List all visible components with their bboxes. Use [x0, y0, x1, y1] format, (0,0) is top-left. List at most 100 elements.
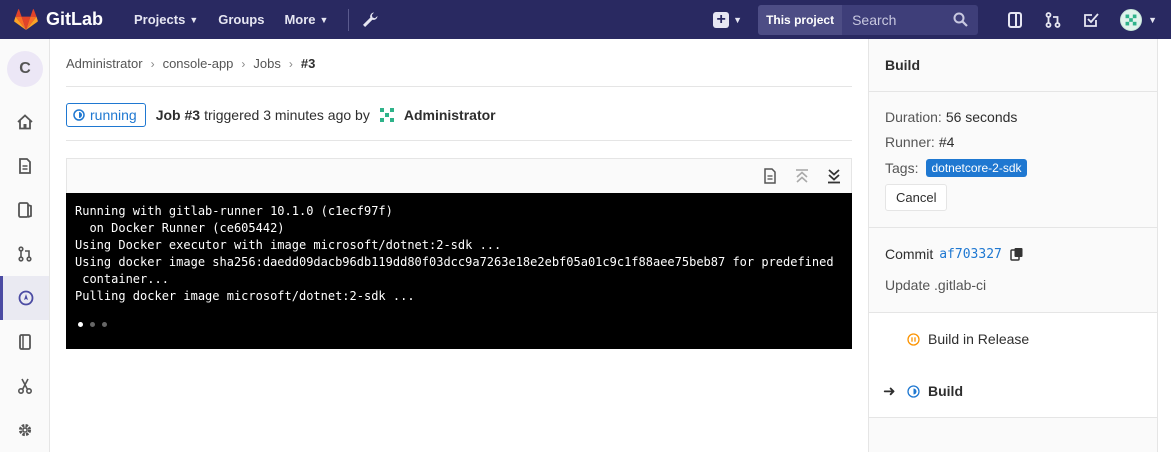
build-log: Running with gitlab-runner 10.1.0 (c1ecf… [66, 193, 852, 349]
chevron-down-icon: ▼ [1148, 14, 1157, 25]
gear-icon [18, 423, 31, 437]
running-status-icon [907, 384, 920, 398]
more-label: More [284, 12, 316, 27]
search-input[interactable]: Search [842, 4, 979, 35]
search-scope-this-project[interactable]: This project [758, 4, 843, 35]
runner-label: Runner: [885, 134, 935, 150]
chevron-down-icon: ▼ [189, 14, 199, 25]
merge-request-icon [17, 246, 32, 262]
main-content: Administrator › console-app › Jobs › #3 … [50, 39, 868, 452]
breadcrumb-item[interactable]: Administrator [66, 56, 143, 71]
chevron-down-icon: ▼ [733, 14, 743, 25]
status-badge[interactable]: running [66, 103, 146, 127]
duration-value: 56 seconds [945, 109, 1018, 125]
divider [66, 86, 852, 87]
new-dropdown[interactable]: + ▼ [713, 11, 743, 28]
log-line: Using docker image sha256:daedd09dacb96d… [75, 255, 834, 269]
brand-name: GitLab [46, 9, 103, 29]
runner-value: #4 [938, 134, 955, 150]
cancel-button[interactable]: Cancel [885, 184, 948, 211]
more-dropdown[interactable]: More ▼ [274, 0, 338, 39]
groups-label: Groups [218, 12, 265, 27]
job-name: Build in Release [928, 331, 1030, 347]
sidebar-title: Build [885, 57, 920, 73]
job-sidebar: Build Duration: 56 seconds Runner: #4 Ta… [868, 39, 1158, 452]
running-status-icon [73, 109, 85, 121]
sidebar-item-repository[interactable] [0, 144, 49, 188]
scissors-icon [17, 378, 32, 395]
runner-tag: dotnetcore-2-sdk [926, 159, 1027, 177]
search-icon [953, 12, 968, 27]
sidebar-item-overview[interactable] [0, 100, 49, 144]
breadcrumb-item[interactable]: Jobs [253, 56, 280, 71]
user-avatar[interactable] [378, 106, 396, 124]
commit-row: Commit af703327 [885, 246, 1024, 262]
job-triggered-text: triggered 3 minutes ago by [204, 107, 370, 123]
log-line: container... [75, 272, 169, 286]
log-line: Running with gitlab-runner 10.1.0 (c1ecf… [75, 204, 393, 218]
user-menu-dropdown[interactable]: ▼ [1120, 8, 1157, 31]
document-icon [18, 158, 31, 174]
book-icon [18, 334, 31, 350]
commit-sha-link[interactable]: af703327 [939, 247, 1002, 262]
rocket-icon [18, 290, 34, 306]
breadcrumb-item[interactable]: console-app [163, 56, 234, 71]
sidebar-toggle-icon[interactable] [1006, 11, 1024, 29]
merge-requests-icon[interactable] [1044, 11, 1062, 29]
plus-icon: + [713, 11, 730, 28]
nav-divider [348, 8, 350, 31]
log-line: on Docker Runner (ce605442) [75, 221, 285, 235]
sidebar-item-snippets[interactable] [0, 364, 49, 408]
log-toolbar [66, 158, 852, 193]
sidebar-item-issues[interactable] [0, 188, 49, 232]
duration-row: Duration: 56 seconds [885, 109, 1017, 125]
sidebar-item-ci-cd[interactable] [0, 276, 49, 320]
breadcrumb-current[interactable]: #3 [301, 56, 315, 71]
list-item-current[interactable]: ➜ Build [869, 377, 1157, 405]
commit-message-text[interactable]: Update .gitlab-ci [885, 277, 986, 293]
log-line: Using Docker executor with image microso… [75, 238, 502, 252]
projects-label: Projects [134, 12, 186, 27]
breadcrumb: Administrator › console-app › Jobs › #3 [66, 56, 315, 71]
commit-message: Update .gitlab-ci [885, 277, 986, 293]
groups-link[interactable]: Groups [208, 0, 274, 39]
loading-indicator [78, 322, 114, 327]
sidebar-item-settings[interactable] [0, 408, 49, 452]
job-header: running Job #3 triggered 3 minutes ago b… [66, 103, 496, 127]
runner-row: Runner: #4 [885, 134, 954, 150]
scroll-to-top-icon[interactable] [793, 167, 811, 185]
chevron-right-icon: › [288, 56, 293, 71]
avatar [1120, 8, 1143, 31]
chevron-right-icon: › [241, 56, 246, 71]
arrow-right-icon: ➜ [883, 383, 896, 400]
search-placeholder: Search [852, 11, 897, 28]
duration-label: Duration: [885, 109, 942, 125]
job-user-link[interactable]: Administrator [404, 107, 496, 123]
raw-log-icon[interactable] [761, 167, 779, 185]
divider [869, 91, 1157, 92]
list-item[interactable]: Build in Release [869, 325, 1157, 353]
divider [869, 227, 1157, 228]
tags-label: Tags: [885, 160, 919, 176]
issues-icon [17, 202, 32, 218]
project-avatar[interactable]: C [7, 51, 43, 87]
job-title: Job #3 [155, 107, 201, 123]
copy-icon[interactable] [1010, 247, 1024, 261]
divider [66, 140, 852, 141]
status-label: running [90, 107, 137, 123]
scroll-to-bottom-icon[interactable] [825, 167, 843, 185]
sidebar-item-merge-requests[interactable] [0, 232, 49, 276]
admin-wrench-icon[interactable] [361, 11, 379, 29]
chevron-right-icon: › [150, 56, 155, 71]
todos-check-icon[interactable] [1082, 11, 1100, 29]
pending-status-icon [907, 332, 920, 346]
divider [869, 417, 1157, 418]
gitlab-logo-icon [14, 8, 38, 30]
tags-row: Tags: dotnetcore-2-sdk [885, 159, 1027, 177]
sidebar-item-wiki[interactable] [0, 320, 49, 364]
gitlab-home-link[interactable]: GitLab [14, 8, 124, 31]
commit-label: Commit [885, 246, 934, 262]
chevron-down-icon: ▼ [319, 14, 329, 25]
stage-jobs-list: Build in Release ➜ Build [869, 313, 1157, 417]
projects-dropdown[interactable]: Projects ▼ [124, 0, 208, 39]
